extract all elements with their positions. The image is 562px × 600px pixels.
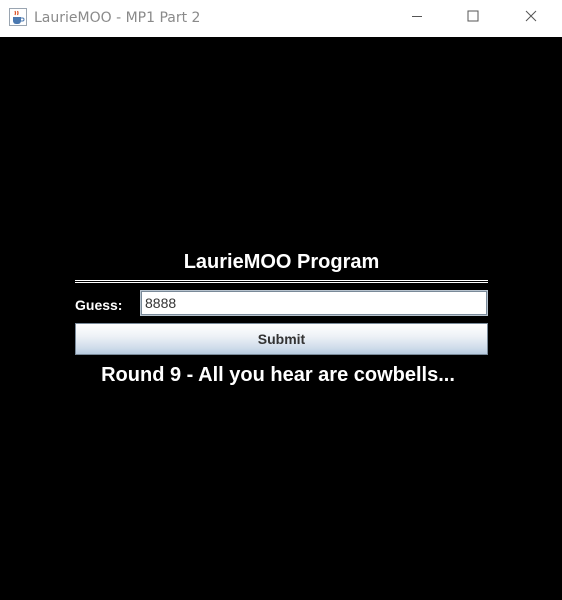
guess-label: Guess: (75, 297, 123, 313)
program-heading: LaurieMOO Program (183, 251, 380, 273)
maximize-button[interactable] (450, 0, 496, 36)
main-panel: LaurieMOO Program Guess: Submit Round 9 … (0, 37, 562, 600)
round-status-message: Round 9 - All you hear are cowbells... (101, 364, 455, 386)
app-window: LaurieMOO - MP1 Part 2 LaurieMOO Program… (0, 0, 562, 600)
window-title: LaurieMOO - MP1 Part 2 (34, 10, 201, 26)
close-icon (525, 9, 537, 27)
guess-input[interactable] (140, 290, 488, 316)
java-coffee-cup-icon[interactable] (9, 8, 27, 26)
submit-button[interactable]: Submit (75, 323, 488, 355)
title-bar[interactable]: LaurieMOO - MP1 Part 2 (0, 0, 562, 37)
minimize-icon (411, 9, 423, 27)
close-button[interactable] (508, 0, 554, 36)
maximize-icon (467, 9, 479, 27)
heading-separator (75, 280, 488, 283)
minimize-button[interactable] (394, 0, 440, 36)
